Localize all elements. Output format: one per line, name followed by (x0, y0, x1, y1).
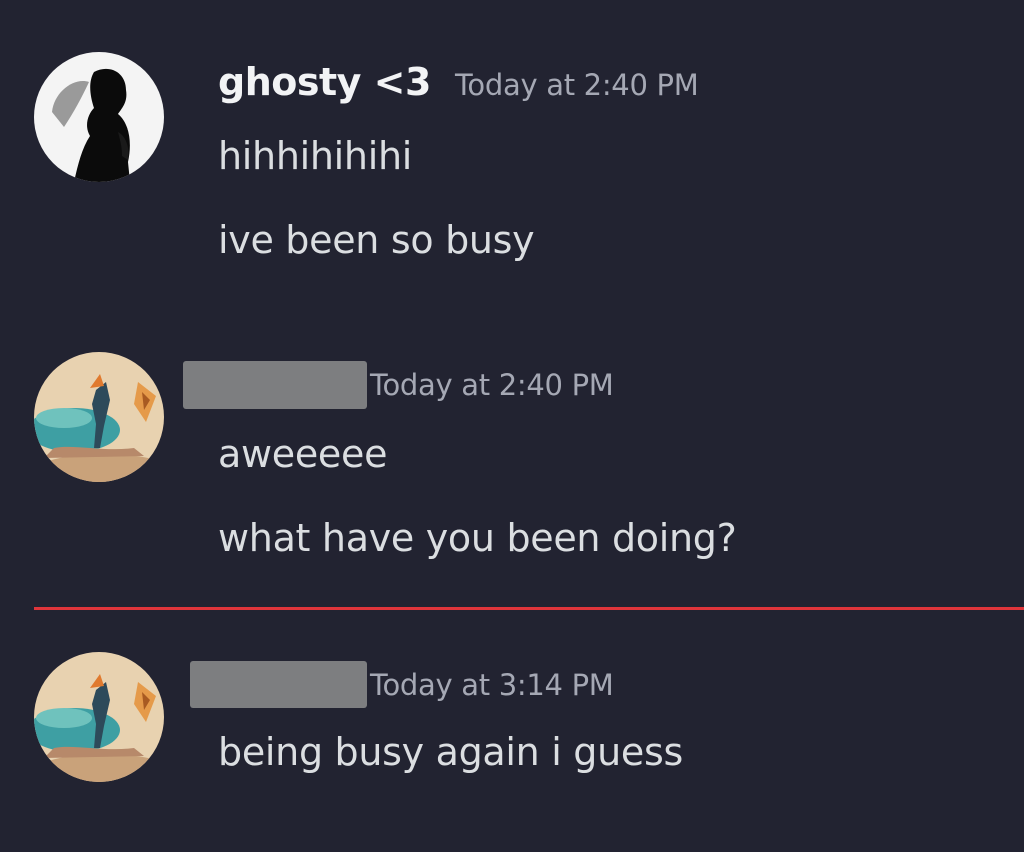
message-text: being busy again i guess (218, 730, 683, 774)
message-group: Today at 3:14 PM being busy again i gues… (0, 0, 1024, 852)
avatar[interactable] (34, 652, 164, 782)
timestamp[interactable]: Today at 3:14 PM (370, 668, 614, 702)
chat-messages: ghosty <3 Today at 2:40 PM hihhihihihi i… (0, 0, 1024, 852)
avatar-image-painting (34, 652, 164, 782)
redacted-username (190, 661, 367, 708)
